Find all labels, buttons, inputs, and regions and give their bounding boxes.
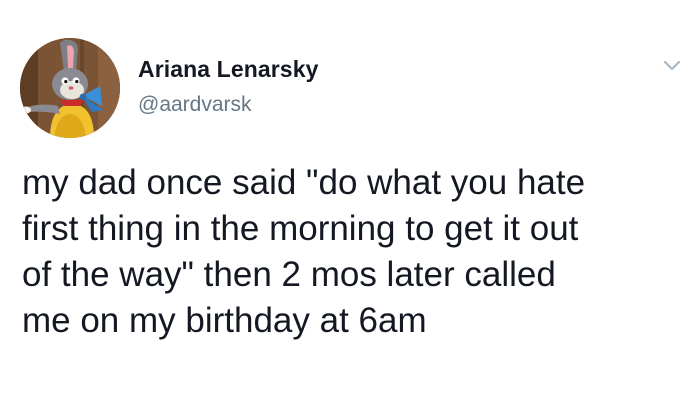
author-display-name[interactable]: Ariana Lenarsky (138, 56, 318, 83)
author-handle[interactable]: @aardvarsk (138, 93, 252, 117)
tweet-text-line: my dad once said "do what you hate (22, 163, 586, 202)
cartoon-bunny-avatar-icon (20, 38, 120, 138)
tweet-card: Ariana Lenarsky @aardvarsk my dad once s… (0, 0, 700, 419)
chevron-down-icon[interactable] (662, 58, 682, 74)
tweet-text: my dad once said "do what you hate first… (22, 160, 682, 344)
tweet-text-line: me on my birthday at 6am (22, 301, 427, 340)
avatar[interactable] (20, 38, 120, 138)
tweet-text-line: of the way" then 2 mos later called (22, 255, 556, 294)
tweet-text-line: first thing in the morning to get it out (22, 209, 579, 248)
